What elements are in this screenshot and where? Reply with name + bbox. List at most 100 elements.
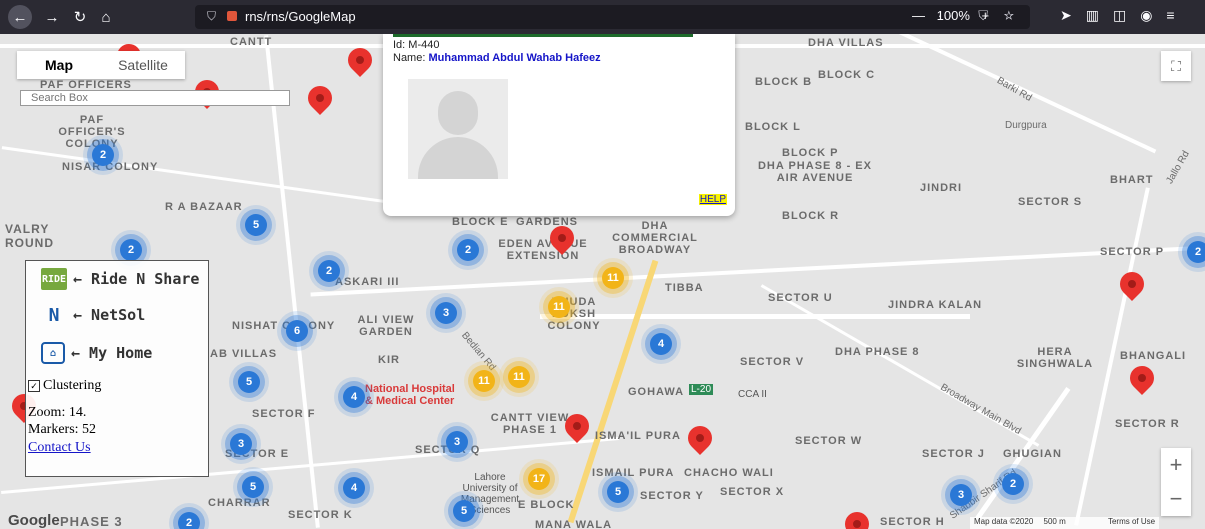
map-label: BHART	[1110, 174, 1154, 186]
marker-cluster[interactable]: 4	[343, 477, 365, 499]
legend-netsol-label: ← NetSol	[73, 306, 146, 324]
map-label: SECTOR J	[922, 448, 985, 460]
map-label: MANA WALA	[535, 519, 613, 529]
map-marker-pin[interactable]	[303, 81, 337, 115]
hospital-label[interactable]: National Hospital & Medical Center	[365, 383, 465, 407]
marker-cluster[interactable]: 2	[318, 260, 340, 282]
contact-us-link[interactable]: Contact Us	[28, 440, 91, 456]
google-logo: Google	[8, 512, 60, 529]
place-label[interactable]: CCA II	[738, 389, 767, 400]
map-zoom-out-button[interactable]: −	[1161, 482, 1191, 516]
map-type-satellite-button[interactable]: Satellite	[101, 51, 185, 79]
map-label: BLOCK B	[755, 76, 813, 88]
marker-cluster[interactable]: 11	[473, 370, 495, 392]
marker-cluster[interactable]: 3	[435, 302, 457, 324]
map-label: KIR	[378, 354, 400, 366]
reload-icon[interactable]: ↻	[68, 5, 92, 29]
back-icon[interactable]: ←	[8, 5, 32, 29]
clustering-label: Clustering	[43, 378, 102, 393]
legend-ride-share[interactable]: RIDE ← Ride N Share	[41, 265, 199, 293]
map-label: SECTOR R	[1115, 418, 1180, 430]
clustering-checkbox[interactable]: ✓	[28, 380, 40, 392]
map-data-credit: Map data ©2020	[974, 517, 1034, 526]
map-type-control: Map Satellite	[17, 51, 185, 79]
marker-cluster[interactable]: 2	[120, 239, 142, 261]
account-icon[interactable]: ◉	[1140, 7, 1166, 23]
url-text[interactable]: rns/rns/GoogleMap	[245, 9, 356, 24]
marker-cluster[interactable]: 3	[230, 433, 252, 455]
highway-shield: L-20	[689, 384, 714, 395]
map-label: BHANGALI	[1120, 350, 1187, 362]
avatar-head	[438, 91, 478, 135]
marker-cluster[interactable]: 2	[1002, 473, 1024, 495]
map-scale[interactable]: 500 m	[1044, 517, 1066, 526]
netsol-icon: N	[48, 304, 60, 326]
marker-cluster[interactable]: 5	[453, 500, 475, 522]
map-label: DHA COMMERCIAL BROADWAY	[612, 220, 698, 256]
marker-cluster[interactable]: 11	[602, 267, 624, 289]
marker-cluster[interactable]: 2	[457, 239, 479, 261]
legend-home[interactable]: ⌂ ← My Home	[41, 339, 152, 367]
toolbar-icons: ➤▥◫◉≡	[1060, 7, 1189, 24]
google-map[interactable]: CANTT PAF OFFICERS PAF OFFICER'S COLONY …	[0, 34, 1205, 529]
cursor-icon[interactable]: ➤	[1060, 7, 1086, 23]
marker-cluster[interactable]: 11	[508, 366, 530, 388]
search-input[interactable]	[20, 90, 290, 106]
info-window: Id: M-440 Name: Muhammad Abdul Wahab Haf…	[383, 34, 735, 216]
url-bar[interactable]: ⛉ rns/rns/GoogleMap ··· ⛉ ☆	[195, 5, 1030, 29]
member-name-row: Name: Muhammad Abdul Wahab Hafeez	[393, 52, 601, 64]
map-marker-pin[interactable]	[840, 507, 874, 529]
zoom-in-icon[interactable]: +	[982, 8, 990, 23]
map-label: PAF OFFICER'S COLONY	[58, 114, 126, 150]
marker-cluster[interactable]: 4	[343, 386, 365, 408]
map-label: SECTOR S	[1018, 196, 1083, 208]
map-label: AB VILLAS	[210, 348, 278, 360]
marker-cluster[interactable]: 11	[548, 296, 570, 318]
map-label: DHA PHASE 8	[835, 346, 920, 358]
marker-cluster[interactable]: 5	[242, 476, 264, 498]
map-label: GARDENS	[516, 216, 579, 228]
map-label: TIBBA	[665, 282, 704, 294]
terms-link[interactable]: Terms of Use	[1108, 517, 1155, 526]
fullscreen-icon[interactable]: ⛶	[1161, 51, 1191, 81]
marker-cluster[interactable]: 5	[607, 481, 629, 503]
map-label: SECTOR W	[795, 435, 863, 447]
map-label: DHA VILLAS	[808, 37, 884, 49]
map-zoom-in-button[interactable]: +	[1161, 448, 1191, 482]
map-label: BLOCK C	[818, 69, 876, 81]
map-label: SECTOR V	[740, 356, 805, 368]
map-marker-pin[interactable]	[1125, 361, 1159, 395]
library-icon[interactable]: ▥	[1086, 7, 1113, 23]
map-label: ALI VIEW GARDEN	[357, 314, 415, 338]
zoom-out-icon[interactable]: —	[912, 8, 925, 23]
sidebar-icon[interactable]: ◫	[1113, 7, 1140, 23]
map-marker-pin[interactable]	[683, 421, 717, 455]
map-type-map-button[interactable]: Map	[17, 51, 101, 79]
marker-cluster[interactable]: 6	[286, 320, 308, 342]
map-label: VALRY ROUND	[5, 222, 54, 250]
help-link[interactable]: HELP	[698, 194, 727, 205]
marker-cluster[interactable]: 2	[1187, 241, 1205, 263]
map-marker-pin[interactable]	[343, 43, 377, 77]
clustering-toggle[interactable]: ✓ Clustering	[28, 378, 101, 394]
marker-cluster[interactable]: 5	[245, 214, 267, 236]
map-label: NISHAT COLONY	[232, 320, 336, 332]
marker-cluster[interactable]: 4	[650, 333, 672, 355]
legend-netsol[interactable]: N ← NetSol	[41, 301, 146, 329]
menu-icon[interactable]: ≡	[1166, 7, 1188, 23]
forward-icon[interactable]: →	[40, 5, 64, 29]
map-zoom-control: + −	[1161, 448, 1191, 516]
marker-cluster[interactable]: 5	[238, 371, 260, 393]
marker-cluster[interactable]: 17	[528, 468, 550, 490]
marker-cluster[interactable]: 3	[446, 431, 468, 453]
map-label: SECTOR K	[288, 509, 353, 521]
legend-home-label: ← My Home	[71, 344, 153, 362]
zoom-level[interactable]: 100%	[937, 8, 970, 23]
marker-cluster[interactable]: 3	[950, 484, 972, 506]
map-label: Broadway Main Blvd	[938, 381, 1023, 438]
home-icon[interactable]: ⌂	[94, 5, 118, 29]
marker-cluster[interactable]: 2	[92, 144, 114, 166]
map-label: Jallo Rd	[1164, 149, 1192, 186]
marker-cluster[interactable]: 2	[178, 512, 200, 529]
map-marker-pin[interactable]	[1115, 267, 1149, 301]
